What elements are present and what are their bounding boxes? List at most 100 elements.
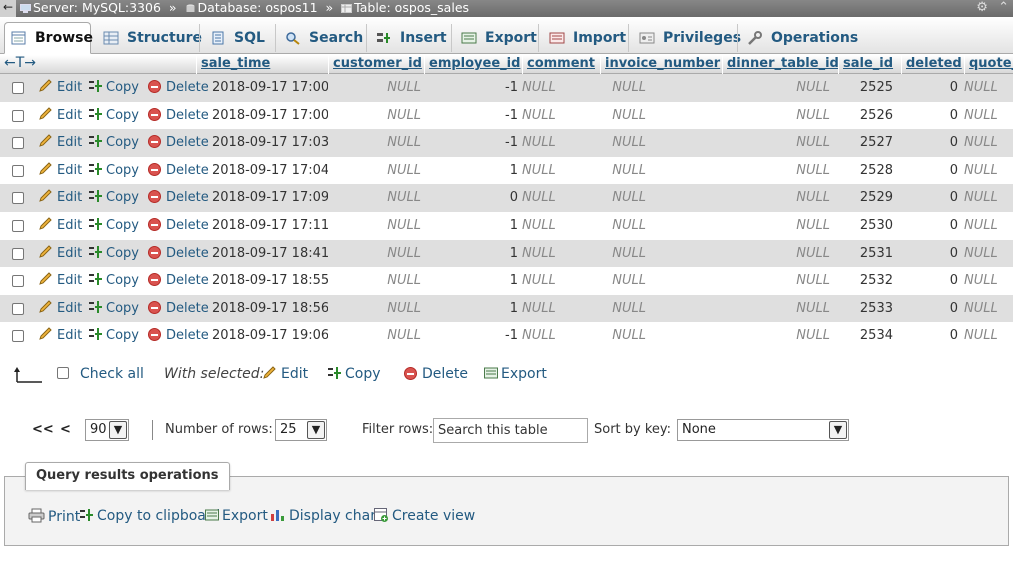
table-cell[interactable]: NULL <box>964 267 1009 294</box>
table-cell[interactable]: 2530 <box>838 212 893 239</box>
table-cell[interactable]: 0 <box>901 295 958 322</box>
table-cell[interactable]: 0 <box>901 184 958 211</box>
table-cell[interactable]: 2534 <box>838 322 893 349</box>
row-checkbox[interactable] <box>12 220 24 232</box>
table-cell[interactable]: NULL <box>964 322 1009 349</box>
page-select[interactable]: 90 ▼ <box>85 419 129 441</box>
table-cell[interactable]: NULL <box>964 74 1009 101</box>
table-cell[interactable]: NULL <box>722 74 830 101</box>
export-results-button[interactable]: Export <box>205 508 268 524</box>
bulk-delete-button[interactable]: Delete <box>404 366 468 382</box>
breadcrumb-table[interactable]: Table: ospos_sales <box>354 0 469 16</box>
table-cell[interactable]: NULL <box>964 102 1009 129</box>
row-copy-button[interactable]: Copy <box>89 184 139 211</box>
row-copy-button[interactable]: Copy <box>89 129 139 156</box>
row-copy-button[interactable]: Copy <box>89 212 139 239</box>
table-cell[interactable]: 0 <box>901 129 958 156</box>
table-cell[interactable]: 0 <box>901 322 958 349</box>
table-cell[interactable]: NULL <box>522 184 600 211</box>
row-edit-button[interactable]: Edit <box>38 267 82 294</box>
row-edit-button[interactable]: Edit <box>38 157 82 184</box>
tab-browse[interactable]: Browse <box>4 22 93 54</box>
table-cell[interactable]: 1 <box>424 240 518 267</box>
row-edit-button[interactable]: Edit <box>38 129 82 156</box>
row-delete-button[interactable]: Delete <box>148 129 209 156</box>
row-delete-button[interactable]: Delete <box>148 102 209 129</box>
table-cell[interactable]: NULL <box>600 240 646 267</box>
row-copy-button[interactable]: Copy <box>89 295 139 322</box>
column-header-deleted[interactable]: deleted <box>901 55 964 74</box>
table-cell[interactable]: 2529 <box>838 184 893 211</box>
table-cell[interactable]: NULL <box>522 240 600 267</box>
table-cell[interactable]: -1 <box>424 322 518 349</box>
table-cell[interactable]: NULL <box>964 157 1009 184</box>
table-cell[interactable]: NULL <box>600 74 646 101</box>
row-delete-button[interactable]: Delete <box>148 295 209 322</box>
column-header-sale-time[interactable]: sale_time <box>196 55 328 74</box>
table-cell[interactable]: NULL <box>722 102 830 129</box>
table-cell[interactable]: NULL <box>522 129 600 156</box>
row-copy-button[interactable]: Copy <box>89 74 139 101</box>
table-cell[interactable]: 2531 <box>838 240 893 267</box>
row-edit-button[interactable]: Edit <box>38 240 82 267</box>
table-cell[interactable]: NULL <box>600 322 646 349</box>
column-header-customer-id[interactable]: customer_id <box>328 55 424 74</box>
breadcrumb-database[interactable]: Database: ospos11 <box>198 0 318 16</box>
table-cell[interactable]: 2018-09-17 17:09:22 <box>212 184 328 211</box>
table-cell[interactable]: NULL <box>328 322 421 349</box>
table-cell[interactable]: 2018-09-17 17:04:59 <box>212 157 328 184</box>
table-cell[interactable]: -1 <box>424 74 518 101</box>
table-cell[interactable]: NULL <box>964 212 1009 239</box>
breadcrumb-server[interactable]: Server: MySQL:3306 <box>33 0 161 16</box>
row-delete-button[interactable]: Delete <box>148 184 209 211</box>
row-checkbox[interactable] <box>12 330 24 343</box>
bulk-edit-button[interactable]: Edit <box>262 366 308 382</box>
table-cell[interactable]: 1 <box>424 295 518 322</box>
row-delete-button[interactable]: Delete <box>148 240 209 267</box>
table-cell[interactable]: NULL <box>600 129 646 156</box>
table-cell[interactable]: NULL <box>722 295 830 322</box>
table-cell[interactable]: NULL <box>328 74 421 101</box>
row-checkbox[interactable] <box>12 109 24 122</box>
table-cell[interactable]: 2533 <box>838 295 893 322</box>
print-button[interactable]: Print <box>28 508 80 525</box>
table-cell[interactable]: 0 <box>901 212 958 239</box>
table-cell[interactable]: NULL <box>328 157 421 184</box>
row-delete-button[interactable]: Delete <box>148 157 209 184</box>
table-cell[interactable]: NULL <box>328 184 421 211</box>
table-cell[interactable]: NULL <box>522 74 600 101</box>
table-cell[interactable]: NULL <box>328 240 421 267</box>
row-copy-button[interactable]: Copy <box>89 322 139 349</box>
table-cell[interactable]: 2525 <box>838 74 893 101</box>
row-copy-button[interactable]: Copy <box>89 102 139 129</box>
table-cell[interactable]: NULL <box>600 267 646 294</box>
table-cell[interactable]: 2018-09-17 17:00:19 <box>212 74 328 101</box>
table-cell[interactable]: NULL <box>600 102 646 129</box>
table-cell[interactable]: 2018-09-17 17:03:56 <box>212 129 328 156</box>
tab-import[interactable]: Import <box>543 22 627 53</box>
tab-sql[interactable]: SQL <box>204 22 274 53</box>
table-cell[interactable]: NULL <box>600 295 646 322</box>
table-cell[interactable]: NULL <box>722 129 830 156</box>
column-header-employee-id[interactable]: employee_id <box>424 55 522 74</box>
column-header-invoice-number[interactable]: invoice_number <box>600 55 722 74</box>
copy-to-clipboard-button[interactable]: Copy to clipboard <box>80 508 220 524</box>
row-delete-button[interactable]: Delete <box>148 267 209 294</box>
back-arrow-icon[interactable]: ← <box>0 0 16 17</box>
filter-rows-input[interactable]: Search this table <box>433 418 588 443</box>
row-copy-button[interactable]: Copy <box>89 157 139 184</box>
table-cell[interactable]: 2532 <box>838 267 893 294</box>
table-cell[interactable]: NULL <box>522 157 600 184</box>
table-cell[interactable]: -1 <box>424 129 518 156</box>
table-cell[interactable]: NULL <box>964 295 1009 322</box>
row-copy-button[interactable]: Copy <box>89 240 139 267</box>
previous-page-button[interactable]: < <box>60 422 71 437</box>
table-cell[interactable]: NULL <box>722 212 830 239</box>
tab-privileges[interactable]: Privileges <box>633 22 741 53</box>
table-cell[interactable]: 2526 <box>838 102 893 129</box>
table-cell[interactable]: 0 <box>901 157 958 184</box>
table-cell[interactable]: NULL <box>722 267 830 294</box>
check-all-label[interactable]: Check all <box>80 366 144 382</box>
row-edit-button[interactable]: Edit <box>38 212 82 239</box>
row-checkbox[interactable] <box>12 137 24 150</box>
